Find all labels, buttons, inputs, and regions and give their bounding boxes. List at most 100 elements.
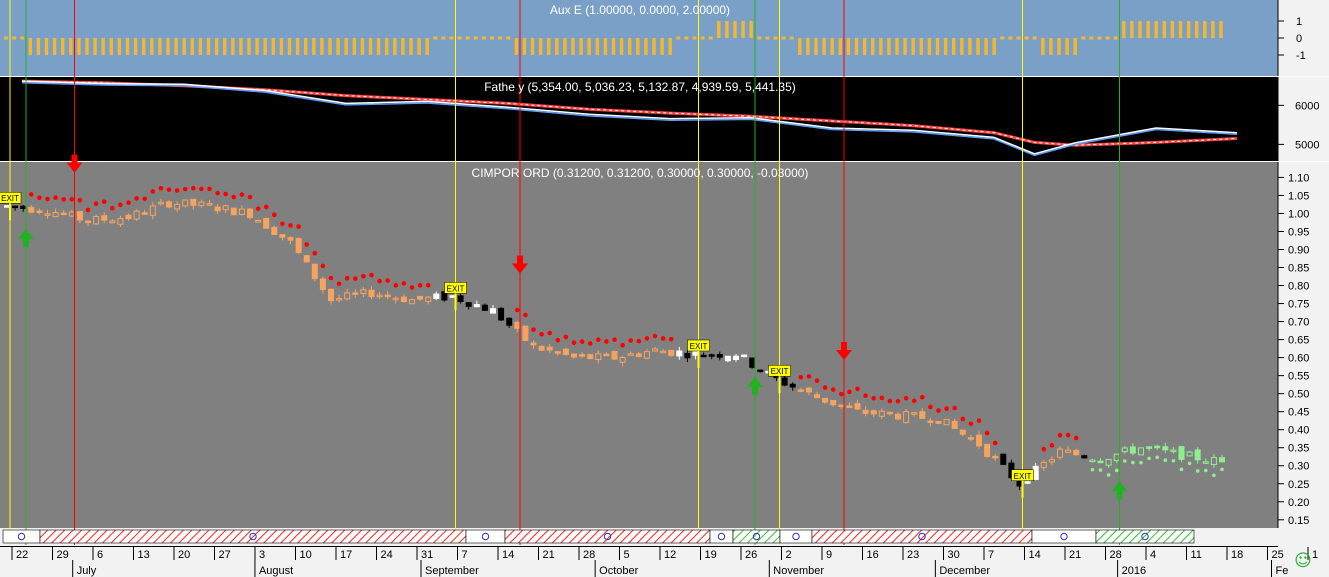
- candle: [36, 210, 43, 213]
- trail-dot: [1147, 456, 1151, 461]
- aux-bar: [1138, 21, 1142, 38]
- stop-dot: [312, 250, 318, 256]
- trail-dot: [1204, 468, 1208, 473]
- price-tick-label: 0.20: [1288, 497, 1309, 509]
- stop-dot: [579, 339, 585, 344]
- stop-dot: [45, 196, 50, 202]
- stop-dot: [968, 421, 974, 427]
- stop-dot: [377, 278, 382, 284]
- aux-bar: [385, 38, 389, 55]
- stop-dot: [855, 386, 860, 392]
- x-day-label: 23: [907, 549, 919, 561]
- trail-dot: [1171, 458, 1176, 463]
- aux-bar: [522, 38, 527, 55]
- candle: [498, 307, 505, 321]
- aux-bar: [336, 38, 340, 55]
- smiley-icon[interactable]: ☺: [1294, 552, 1312, 570]
- aux-bar: [77, 38, 81, 55]
- aux-bar: [1041, 38, 1045, 55]
- price-panel: [0, 162, 1278, 528]
- aux-bar: [660, 38, 664, 55]
- candle: [1040, 461, 1047, 469]
- aux-bar: [247, 38, 251, 55]
- aux-dot: [700, 36, 705, 40]
- price-tick-label: 0.30: [1288, 461, 1309, 473]
- candle: [449, 295, 456, 298]
- candle: [878, 410, 885, 417]
- x-day-label: 3: [259, 549, 265, 561]
- stop-dot: [142, 196, 147, 202]
- aux-bar: [150, 38, 154, 55]
- stop-dot: [69, 196, 75, 202]
- candle: [1089, 459, 1096, 463]
- stop-dot: [814, 378, 820, 383]
- stop-dot: [29, 192, 34, 197]
- aux-bar: [960, 38, 964, 55]
- candle: [400, 296, 407, 303]
- stop-dot: [992, 440, 998, 446]
- aux-bar: [822, 38, 826, 55]
- stop-dot: [920, 394, 925, 400]
- stop-dot: [255, 206, 261, 212]
- aux-bar: [1219, 21, 1223, 38]
- candle: [109, 220, 116, 224]
- stop-dot: [928, 404, 933, 410]
- candle: [68, 211, 75, 217]
- aux-bar: [668, 38, 672, 55]
- trail-dot: [1098, 468, 1103, 472]
- candle: [60, 212, 67, 216]
- stop-dot: [515, 307, 520, 313]
- aux-bar: [644, 38, 648, 55]
- trail-dot: [1139, 460, 1143, 465]
- candle: [328, 288, 334, 302]
- candle: [530, 342, 537, 346]
- candle: [716, 353, 723, 358]
- candle: [1032, 465, 1039, 480]
- aux-bar: [206, 38, 211, 55]
- stop-dot: [166, 187, 172, 192]
- aux-dot: [1113, 36, 1118, 40]
- candle: [12, 205, 19, 209]
- stop-dot: [944, 406, 949, 411]
- state-strip-segment: [39, 529, 467, 544]
- candle: [514, 321, 521, 329]
- x-month-label: September: [425, 565, 479, 577]
- aux-bar: [393, 38, 397, 55]
- price-tick-label: 0.35: [1288, 443, 1309, 455]
- candle: [1210, 457, 1217, 466]
- aux-bar: [312, 38, 316, 55]
- aux-bar: [376, 38, 381, 55]
- aux-dot: [481, 36, 486, 40]
- aux-bar: [158, 38, 162, 55]
- aux-bar: [968, 38, 972, 55]
- candle: [668, 349, 675, 356]
- stop-dot: [612, 337, 617, 342]
- candle: [1146, 446, 1153, 449]
- candle: [741, 354, 748, 358]
- aux-bar: [425, 38, 429, 55]
- aux-dot: [449, 36, 454, 40]
- stop-dot: [839, 391, 844, 397]
- candle: [895, 413, 901, 420]
- candle: [611, 351, 618, 360]
- trail-dot: [1187, 461, 1192, 466]
- aux-bar: [214, 38, 219, 55]
- aux-bar: [927, 38, 932, 55]
- aux-bar: [838, 38, 842, 55]
- aux-dot: [465, 36, 470, 40]
- candle: [465, 302, 472, 307]
- aux-bar: [547, 38, 551, 55]
- stop-dot: [604, 339, 609, 344]
- aux-tick-label: 0: [1296, 33, 1302, 45]
- candle: [166, 201, 172, 208]
- stop-dot: [385, 278, 391, 283]
- trail-dot: [1155, 455, 1159, 460]
- stop-dot: [895, 398, 901, 404]
- candle: [805, 387, 812, 393]
- aux-bar: [555, 38, 559, 55]
- x-day-label: 2: [786, 549, 792, 561]
- x-day-label: 25: [1272, 549, 1284, 561]
- x-day-label: 4: [1150, 549, 1156, 561]
- state-strip-segment: [1095, 529, 1195, 544]
- aux-dot: [1089, 36, 1094, 40]
